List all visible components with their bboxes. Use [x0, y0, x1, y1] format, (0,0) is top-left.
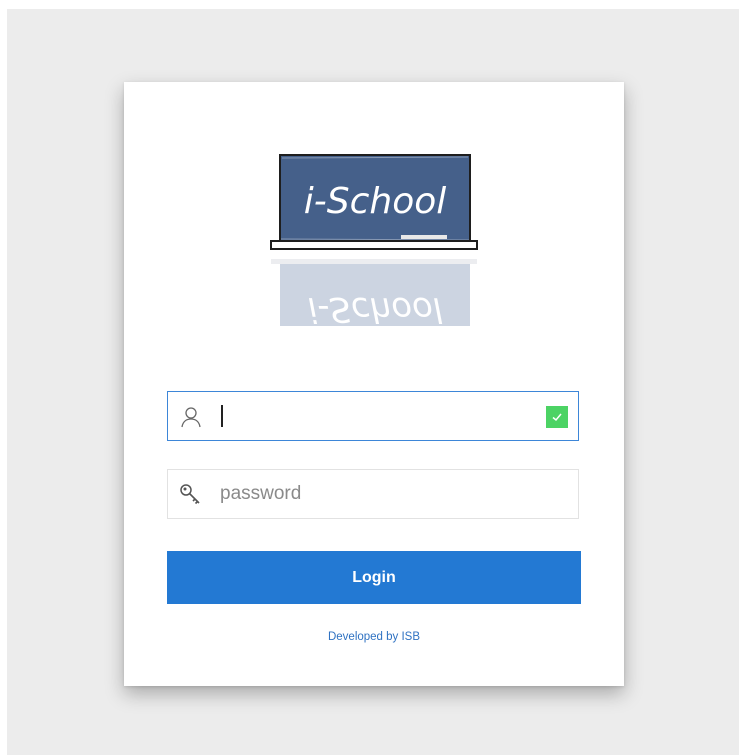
text-cursor [221, 405, 223, 427]
password-input[interactable] [220, 470, 534, 518]
key-icon [179, 483, 203, 507]
login-button[interactable]: Login [167, 551, 581, 604]
logo-chalk [401, 235, 447, 239]
username-input[interactable] [220, 392, 534, 440]
i-school-logo: i-School i-School [270, 154, 478, 329]
check-icon [546, 406, 568, 428]
login-card: i-School i-School Login Developed by ISB [124, 82, 624, 686]
username-field[interactable] [167, 391, 579, 441]
logo-text: i-School [304, 181, 447, 222]
logo-ledge [270, 240, 478, 250]
user-icon [179, 405, 203, 429]
logo-reflection-text: i-School [308, 289, 443, 329]
logo-reflection-ledge [271, 259, 477, 264]
password-field[interactable] [167, 469, 579, 519]
developer-credit-link[interactable]: Developed by ISB [124, 631, 624, 643]
